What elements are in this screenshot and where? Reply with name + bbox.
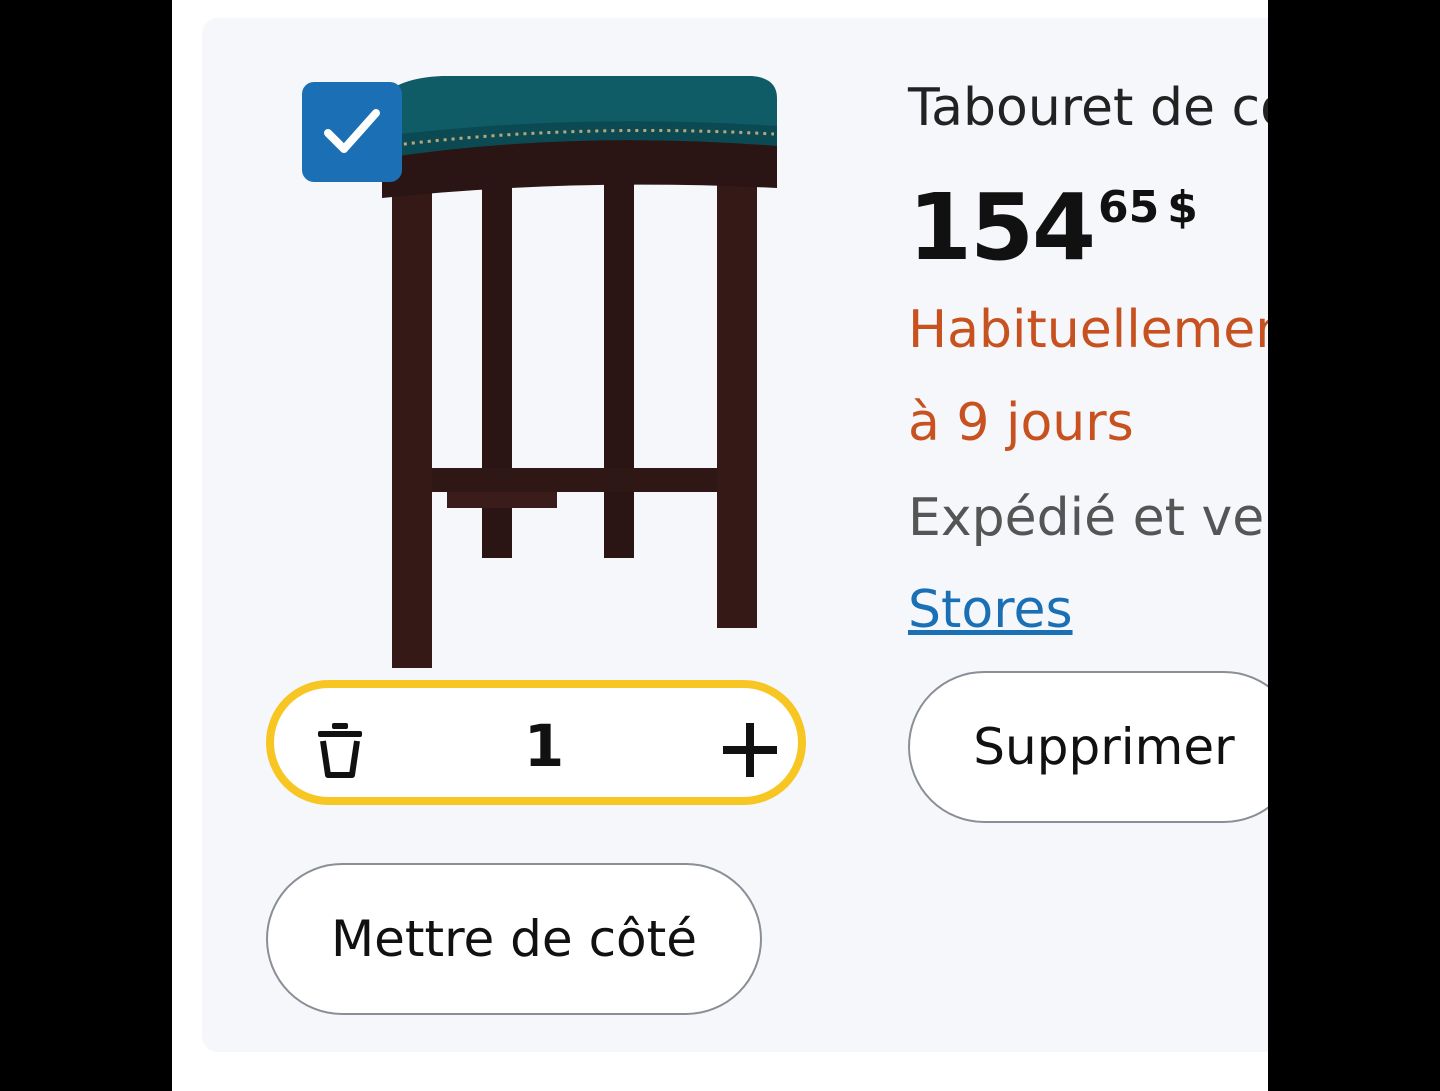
store-link[interactable]: Stores xyxy=(908,580,1073,640)
save-for-later-button[interactable]: Mettre de côté xyxy=(266,863,762,1015)
availability-text: Habituellemen xyxy=(908,300,1268,360)
seller-text: Expédié et ven xyxy=(908,488,1268,548)
select-item-checkbox[interactable] xyxy=(302,82,402,182)
product-price: 15465 $ xyxy=(908,178,1198,278)
price-currency: $ xyxy=(1167,182,1198,233)
product-title[interactable]: Tabouret de co xyxy=(908,78,1268,138)
quantity-stepper: 1 xyxy=(266,680,806,805)
quantity-value: 1 xyxy=(523,712,565,780)
price-whole: 154 xyxy=(908,174,1096,281)
cart-screen: 1 Mettre de côté Tabouret de co 15465 $ H… xyxy=(172,0,1268,1091)
plus-icon xyxy=(723,723,777,777)
price-cents: 65 xyxy=(1098,182,1160,233)
decrease-remove-button[interactable] xyxy=(308,718,372,782)
cart-item-card: 1 Mettre de côté Tabouret de co 15465 $ H… xyxy=(202,18,1268,1052)
delete-button[interactable]: Supprimer xyxy=(908,671,1268,823)
availability-text-line2: à 9 jours xyxy=(908,393,1134,453)
checkmark-icon xyxy=(324,109,380,153)
trash-icon xyxy=(318,723,362,778)
increase-quantity-button[interactable] xyxy=(714,714,786,786)
